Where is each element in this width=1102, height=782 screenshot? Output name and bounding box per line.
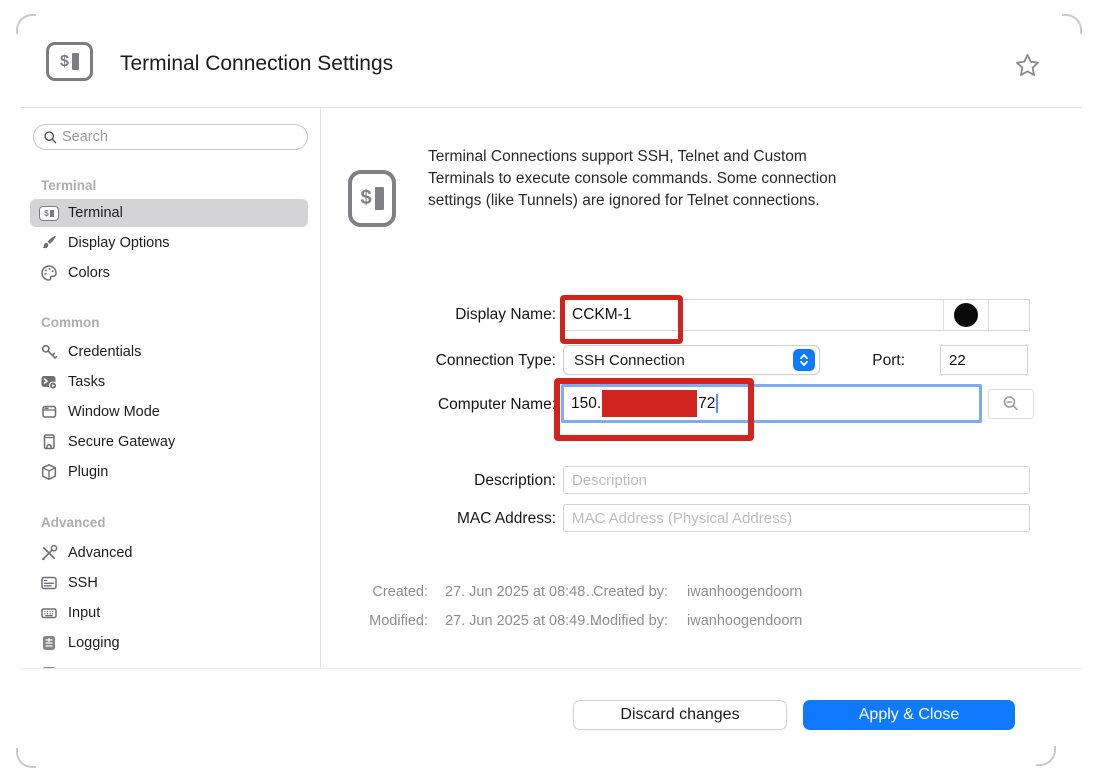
created-by-value: iwanhoogendoorn (687, 584, 802, 600)
description-input[interactable] (563, 466, 1030, 494)
connection-description-text: Terminal Connections support SSH, Telnet… (428, 146, 928, 212)
sidebar-item-partial[interactable]: ​ (30, 659, 308, 668)
computer-name-label: Computer Name: (340, 396, 556, 414)
info-line-1: Terminal Connections support SSH, Telnet… (428, 146, 928, 168)
sidebar-item-terminal[interactable]: $ Terminal (30, 199, 308, 227)
terminal-connection-settings-window: $ Terminal Connection Settings Terminal … (0, 0, 1102, 782)
keyboard-icon (39, 603, 59, 623)
modified-by-label: Modified by: (558, 613, 668, 629)
favorite-button[interactable] (1012, 50, 1042, 80)
terminal-icon: $ (39, 203, 59, 223)
magnifier-lookup-icon (1001, 394, 1021, 414)
sidebar-item-window-mode[interactable]: Window Mode (30, 398, 308, 426)
footer-divider (20, 668, 1082, 669)
description-label: Description: (340, 472, 556, 490)
info-line-2: Terminals to execute console commands. S… (428, 168, 928, 190)
computer-name-value-prefix: 150. (571, 395, 601, 413)
window-corner-top-right (1062, 14, 1082, 34)
sidebar-item-colors[interactable]: Colors (30, 259, 308, 287)
display-name-value[interactable]: CCKM-1 (564, 306, 943, 324)
display-name-field[interactable]: CCKM-1 $ (563, 299, 1030, 331)
created-label: Created: (318, 584, 428, 600)
terminal-info-icon: $ (348, 170, 396, 227)
sidebar-item-ssh[interactable]: SSH (30, 569, 308, 597)
section-label-common: Common (41, 315, 100, 330)
sidebar-item-display-options[interactable]: Display Options (30, 229, 308, 257)
plugin-box-icon (39, 462, 59, 482)
info-line-3: settings (like Tunnels) are ignored for … (428, 190, 928, 212)
sidebar-item-input[interactable]: Input (30, 599, 308, 627)
port-label: Port: (689, 352, 905, 370)
ssh-card-icon (39, 573, 59, 593)
section-label-advanced: Advanced (41, 515, 106, 530)
modified-label: Modified: (318, 613, 428, 629)
sidebar-item-tasks[interactable]: Tasks (30, 368, 308, 396)
window-corner-bottom-right (1036, 746, 1056, 766)
color-swatch-button[interactable] (943, 300, 988, 330)
settings-sidebar: Terminal $ Terminal Display Options Colo… (20, 107, 320, 668)
modified-by-value: iwanhoogendoorn (687, 613, 802, 629)
tasks-icon (39, 372, 59, 392)
host-lookup-button[interactable] (988, 389, 1034, 419)
sidebar-item-plugin[interactable]: Plugin (30, 458, 308, 486)
redaction-block (602, 390, 697, 417)
created-by-label: Created by: (558, 584, 668, 600)
sidebar-item-credentials[interactable]: Credentials (30, 338, 308, 366)
search-input[interactable] (33, 124, 308, 150)
sidebar-item-advanced[interactable]: Advanced (30, 539, 308, 567)
sidebar-item-logging[interactable]: Logging (30, 629, 308, 657)
sidebar-item-secure-gateway[interactable]: Secure Gateway (30, 428, 308, 456)
window-corner-top-left (16, 14, 36, 34)
window-icon (39, 402, 59, 422)
section-label-terminal: Terminal (41, 178, 96, 193)
mac-address-input[interactable] (563, 504, 1030, 532)
terminal-connection-icon: $ (46, 42, 93, 81)
star-outline-icon (1014, 52, 1041, 79)
mac-address-label: MAC Address: (340, 510, 556, 528)
apply-close-button[interactable]: Apply & Close (803, 700, 1015, 730)
palette-icon (39, 263, 59, 283)
icon-picker-button[interactable]: $ (988, 300, 1029, 330)
page-title: Terminal Connection Settings (120, 52, 393, 76)
text-cursor (716, 394, 718, 413)
window-corner-bottom-left (16, 748, 36, 768)
port-input[interactable] (940, 345, 1028, 375)
discard-changes-button[interactable]: Discard changes (573, 700, 787, 730)
key-icon (39, 342, 59, 362)
logging-icon (39, 633, 59, 653)
computer-name-value-suffix: 72 (698, 395, 715, 413)
computer-name-field[interactable]: 150. 72 (561, 384, 982, 423)
display-name-label: Display Name: (340, 306, 556, 324)
connection-type-label: Connection Type: (340, 352, 556, 370)
tools-icon (39, 543, 59, 563)
gateway-icon (39, 432, 59, 452)
black-color-circle (954, 303, 978, 327)
paintbrush-icon (39, 233, 59, 253)
